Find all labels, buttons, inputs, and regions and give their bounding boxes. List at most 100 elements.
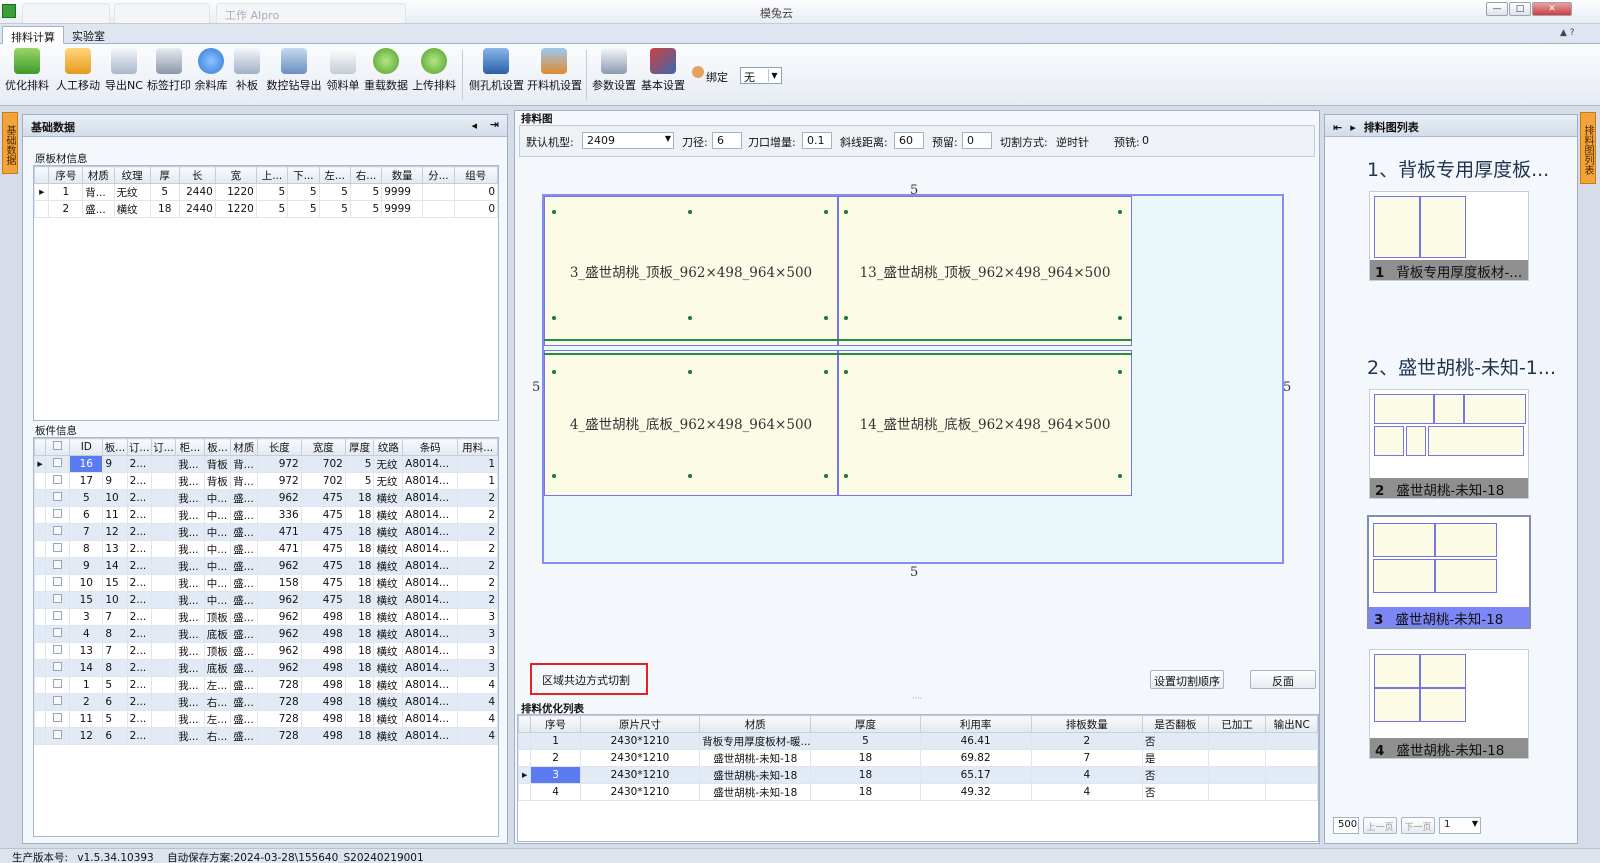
table-cell[interactable] [150, 523, 177, 541]
table-cell[interactable] [1207, 766, 1267, 784]
column-header[interactable]: 板... [203, 438, 232, 456]
table-cell[interactable]: 2... [126, 591, 152, 609]
table-cell[interactable]: 背... [230, 455, 258, 473]
table-cell[interactable]: 横纹 [373, 710, 404, 728]
table-row[interactable]: 14 8 2... 我... 底板 盛... 962 498 18 横纹 A8014... 3 [33, 659, 498, 677]
table-row[interactable]: ▸ 16 9 2... 我... 背板 背... 972 702 5 无纹 A8014... 1 [33, 455, 498, 473]
part-14-bottom-panel[interactable]: 14_盛世胡桃_底板_962×498_964×500 [838, 350, 1132, 496]
table-cell[interactable]: 横纹 [373, 557, 404, 575]
table-cell[interactable] [45, 608, 71, 626]
table-cell[interactable]: 5 [149, 183, 180, 201]
table-cell[interactable]: 65.17 [919, 766, 1032, 784]
table-cell[interactable]: 5 [349, 200, 383, 218]
layout-thumbnail-2[interactable]: 2 盛世胡桃-未知-18 [1369, 389, 1529, 499]
table-row[interactable]: 3 7 2... 我... 顶板 盛... 962 498 18 横纹 A8014... 3 [33, 608, 498, 626]
pin-icon[interactable]: ⇥ [490, 118, 499, 131]
table-cell[interactable]: 498 [300, 710, 346, 728]
table-cell[interactable]: 475 [300, 523, 346, 541]
table-cell[interactable]: A8014... [402, 676, 459, 694]
table-cell[interactable]: 中... [203, 557, 232, 575]
table-cell[interactable] [45, 625, 71, 643]
cnc-drill-export-button[interactable]: 数控钻导出 [266, 48, 322, 102]
table-cell[interactable] [45, 506, 71, 524]
table-cell[interactable]: 10 [102, 591, 128, 609]
table-cell[interactable]: 横纹 [113, 200, 151, 218]
table-cell[interactable]: A8014... [402, 523, 459, 541]
table-cell[interactable]: 我... [175, 574, 205, 592]
table-cell[interactable]: 3 [457, 642, 498, 660]
table-cell[interactable]: 2... [126, 506, 152, 524]
table-cell[interactable]: 我... [175, 659, 205, 677]
column-header[interactable]: 原片尺寸 [579, 715, 701, 733]
table-cell[interactable] [150, 557, 177, 575]
page-size-input[interactable]: 500 [1333, 817, 1359, 834]
table-cell[interactable]: 2... [126, 710, 152, 728]
table-cell[interactable]: 18 [344, 710, 375, 728]
table-cell[interactable]: 2 [457, 523, 498, 541]
manual-move-button[interactable]: 人工移动 [54, 48, 102, 102]
column-header[interactable]: ID [69, 438, 104, 456]
table-cell[interactable]: 9999 [381, 183, 424, 201]
expand-icon[interactable]: ▸ [1350, 121, 1356, 134]
table-cell[interactable]: 2430*1210 [579, 783, 701, 801]
row-indicator[interactable] [33, 472, 47, 490]
table-cell[interactable]: 否 [1141, 783, 1209, 801]
table-cell[interactable]: 15 [102, 574, 128, 592]
table-cell[interactable]: 3 [457, 608, 498, 626]
table-cell[interactable]: 16 [69, 455, 104, 473]
table-cell[interactable]: 我... [175, 523, 205, 541]
row-indicator[interactable] [33, 489, 47, 507]
table-cell[interactable]: 11 [102, 506, 128, 524]
table-cell[interactable]: 49.32 [919, 783, 1032, 801]
table-cell[interactable] [150, 489, 177, 507]
reserve-input[interactable]: 0 [962, 132, 992, 149]
table-cell[interactable]: A8014... [402, 710, 459, 728]
row-indicator[interactable] [33, 676, 47, 694]
table-cell[interactable]: 962 [256, 591, 302, 609]
table-cell[interactable]: 18 [344, 608, 375, 626]
table-cell[interactable]: 横纹 [373, 693, 404, 711]
table-cell[interactable] [150, 693, 177, 711]
table-cell[interactable]: 18 [344, 625, 375, 643]
table-cell[interactable]: 18 [810, 766, 921, 784]
column-header[interactable]: 排板数量 [1030, 715, 1143, 733]
table-cell[interactable]: 5 [318, 200, 351, 218]
column-header[interactable]: 下... [287, 166, 320, 184]
row-indicator[interactable] [33, 523, 47, 541]
table-cell[interactable] [150, 727, 177, 745]
tab-lab[interactable]: 实验室 [64, 26, 113, 44]
table-cell[interactable] [150, 591, 177, 609]
table-cell[interactable]: 7 [1030, 749, 1143, 767]
select-all-checkbox[interactable] [53, 441, 63, 450]
table-cell[interactable]: 2... [126, 540, 152, 558]
table-cell[interactable] [1265, 783, 1318, 801]
table-cell[interactable]: A8014... [402, 574, 459, 592]
table-cell[interactable]: 盛... [230, 710, 258, 728]
table-row[interactable]: 4 8 2... 我... 底板 盛... 962 498 18 横纹 A8014... 3 [33, 625, 498, 643]
table-cell[interactable]: 962 [256, 642, 302, 660]
table-cell[interactable]: 4 [530, 783, 581, 801]
table-cell[interactable] [1265, 749, 1318, 767]
column-header[interactable]: 订... [126, 438, 152, 456]
table-row[interactable]: 7 12 2... 我... 中... 盛... 471 475 18 横纹 A8014... 2 [33, 523, 498, 541]
bind-select[interactable]: 无 ▼ [740, 67, 782, 84]
table-cell[interactable]: 背... [230, 472, 258, 490]
side-tab-layout-list[interactable]: 排料图列表 [1580, 112, 1596, 184]
row-indicator[interactable] [33, 693, 47, 711]
table-cell[interactable] [150, 659, 177, 677]
table-cell[interactable]: 我... [175, 506, 205, 524]
column-header[interactable]: 序号 [530, 715, 581, 733]
table-cell[interactable]: 5 [810, 732, 921, 750]
close-button[interactable]: ✕ [1532, 2, 1572, 16]
table-cell[interactable]: 10 [69, 574, 104, 592]
table-cell[interactable]: 498 [300, 676, 346, 694]
table-cell[interactable]: 盛... [230, 557, 258, 575]
row-checkbox[interactable] [53, 577, 63, 586]
param-settings-button[interactable]: 参数设置 [592, 48, 636, 102]
row-indicator[interactable] [33, 540, 47, 558]
table-row[interactable]: 17 9 2... 我... 背板 背... 972 702 5 无纹 A8014... 1 [33, 472, 498, 490]
table-cell[interactable]: 18 [344, 489, 375, 507]
table-cell[interactable]: 无纹 [373, 455, 404, 473]
part-3-top-panel[interactable]: 3_盛世胡桃_顶板_962×498_964×500 [544, 196, 838, 346]
table-cell[interactable]: 3 [457, 659, 498, 677]
